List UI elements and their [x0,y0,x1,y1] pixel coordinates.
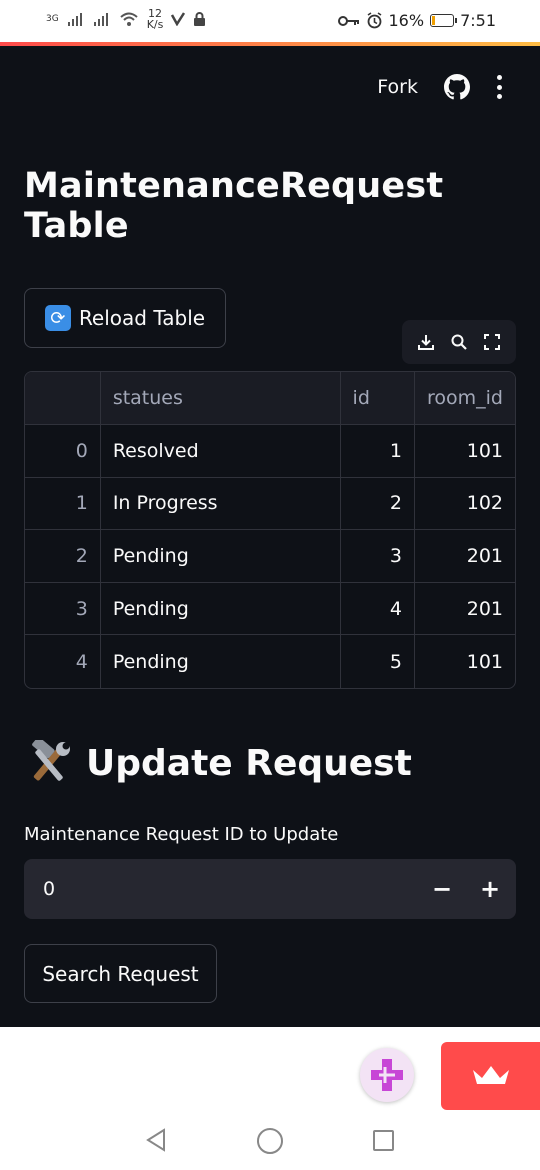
cell-id[interactable]: 1 [340,424,415,478]
column-header-statues[interactable]: statues [100,372,341,426]
app-toolbar: Fork [377,74,502,100]
system-nav-bar [0,1118,540,1170]
more-icon[interactable] [496,75,502,99]
row-index: 2 [25,529,101,583]
table-row: 2 Pending 3 201 [25,529,515,583]
reload-table-button[interactable]: ⟳ Reload Table [24,288,226,348]
signal-icon [67,13,82,26]
refresh-icon: ⟳ [44,305,71,331]
column-header-index[interactable] [25,372,101,426]
row-index: 0 [25,424,101,478]
request-id-label: Maintenance Request ID to Update [24,824,339,845]
status-right: 16% 7:51 [337,11,496,30]
cell-statues[interactable]: In Progress [100,477,341,531]
key-icon [337,15,359,26]
alarm-icon [367,12,381,29]
lock-icon [194,11,206,26]
table-toolbar [402,320,516,364]
home-icon[interactable] [257,1128,283,1154]
hammer-wrench-icon [32,740,70,781]
column-header-room-id[interactable]: room_id [414,372,515,426]
crown-icon [472,1066,509,1084]
clock: 7:51 [460,11,496,30]
fullscreen-icon[interactable] [483,333,501,351]
crown-button[interactable] [441,1042,540,1110]
increment-button[interactable]: + [474,873,506,905]
download-icon[interactable] [417,333,435,351]
network-type: 3G [46,13,59,24]
cell-id[interactable]: 3 [340,529,415,583]
plus-badge-glyph [371,1059,403,1091]
table-row: 0 Resolved 1 101 [25,424,515,478]
data-table[interactable]: statues id room_id 0 Resolved 1 101 1 In… [24,371,516,689]
status-left: 3G 12 K/s [46,8,206,30]
cell-room-id[interactable]: 101 [414,424,515,478]
network-speed: 12 K/s [147,8,164,30]
check-icon [171,12,186,26]
battery-percent: 16% [388,11,425,30]
table-header-row: statues id room_id [25,372,515,426]
decrement-button[interactable]: − [426,873,458,905]
signal-icon-2 [93,13,108,26]
recents-icon[interactable] [373,1130,394,1151]
status-bar: 3G 12 K/s 16% 7:51 [0,0,540,42]
table-row: 1 In Progress 2 102 [25,477,515,531]
row-index: 1 [25,477,101,531]
wifi-icon [120,12,138,26]
app-main: Fork MaintenanceRequest Table ⟳ Reload T… [0,46,540,1027]
fork-button[interactable]: Fork [377,76,418,98]
cell-id[interactable]: 5 [340,634,415,688]
cell-room-id[interactable]: 101 [414,635,515,688]
cell-id[interactable]: 4 [340,582,415,636]
update-request-title: Update Request [86,742,412,784]
row-index: 4 [25,634,101,688]
cell-room-id[interactable]: 102 [414,477,515,531]
back-icon[interactable] [145,1128,167,1152]
cell-statues[interactable]: Resolved [100,424,341,478]
update-request-heading: Update Request [24,740,412,786]
search-request-button[interactable]: Search Request [24,944,217,1003]
search-icon[interactable] [450,333,468,351]
cell-room-id[interactable]: 201 [414,529,515,583]
row-index: 3 [25,582,101,636]
speed-unit: K/s [146,18,164,31]
request-id-number-input: − + [24,859,516,919]
cell-id[interactable]: 2 [340,477,415,531]
table-row: 3 Pending 4 201 [25,582,515,636]
column-header-id[interactable]: id [340,372,415,426]
github-icon[interactable] [444,74,470,100]
battery-icon [430,14,458,27]
request-id-field[interactable] [24,859,404,919]
plus-badge-icon[interactable] [360,1048,414,1102]
table-row: 4 Pending 5 101 [25,634,515,688]
cell-statues[interactable]: Pending [100,634,341,688]
reload-table-label: Reload Table [78,306,206,330]
cell-statues[interactable]: Pending [100,529,341,583]
cell-statues[interactable]: Pending [100,582,341,636]
cell-room-id[interactable]: 201 [414,582,515,636]
search-request-label: Search Request [42,961,199,986]
page-title: MaintenanceRequest Table [24,166,444,246]
